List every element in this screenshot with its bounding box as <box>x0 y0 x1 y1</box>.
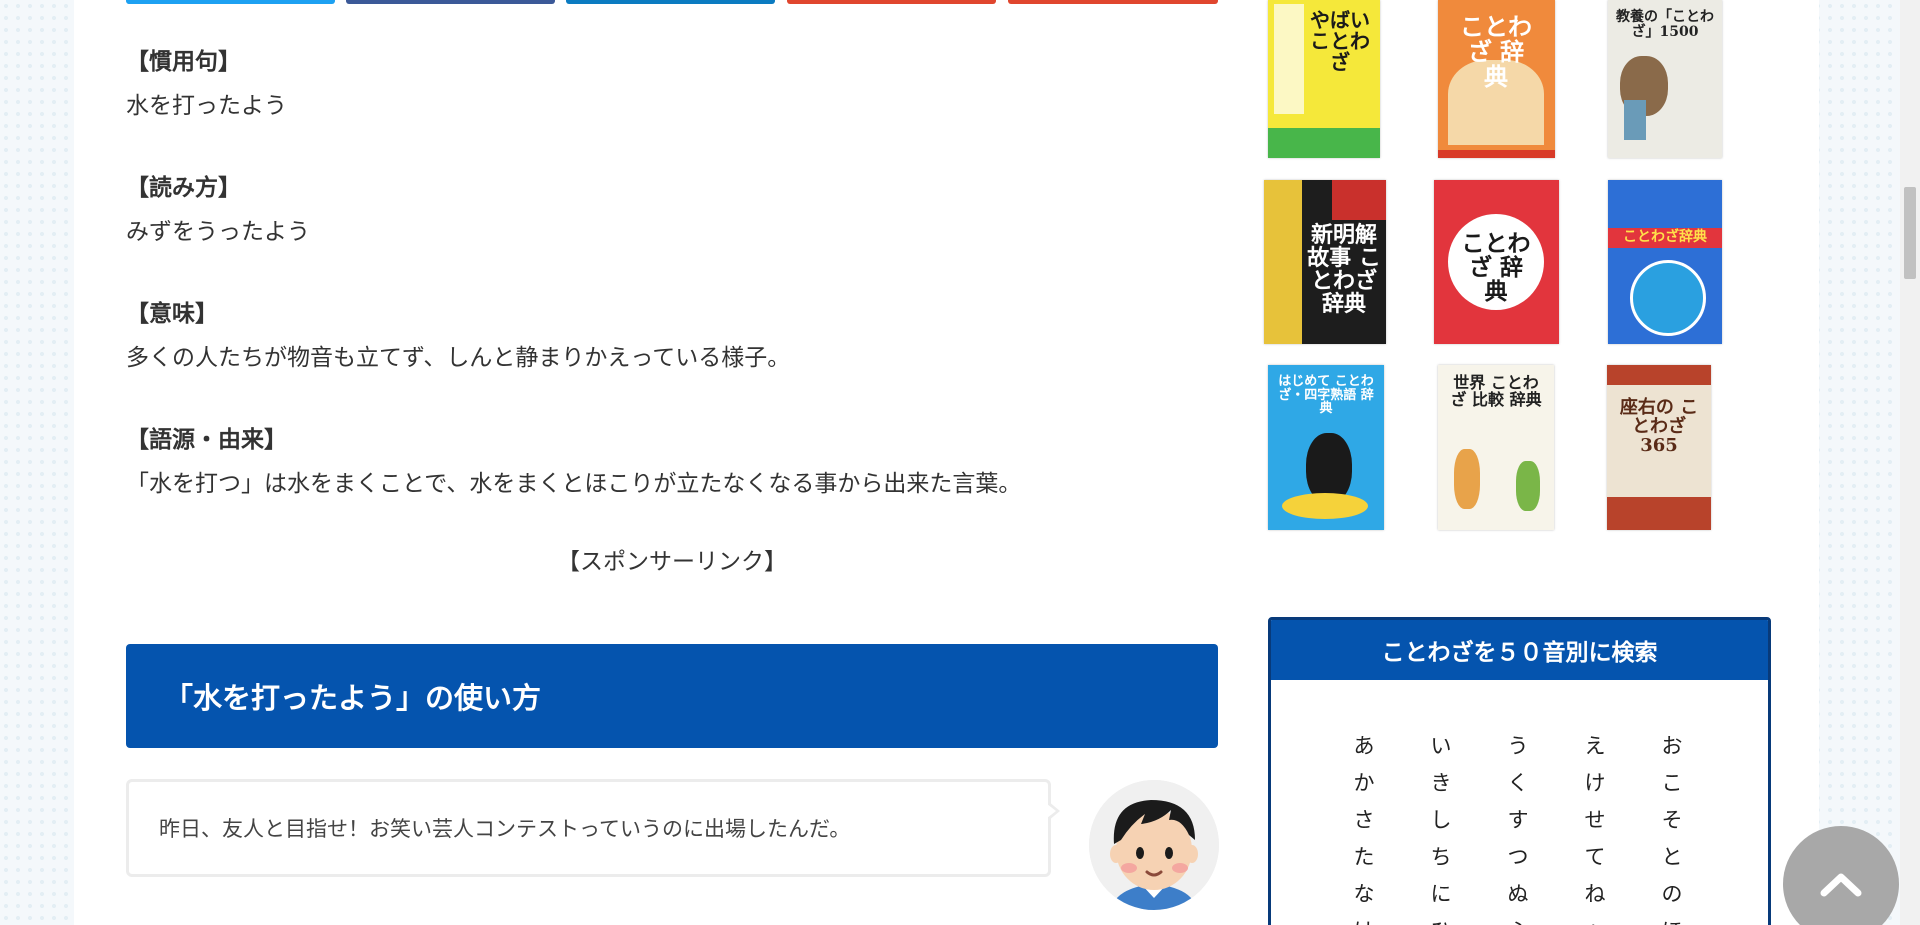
kana-link[interactable]: き <box>1426 767 1456 797</box>
scrollbar-thumb[interactable] <box>1904 187 1916 279</box>
origin-text: 「水を打つ」は水をまくことで、水をまくとほこりが立たなくなる事から出来た言葉。 <box>126 471 1022 497</box>
kana-link[interactable]: す <box>1503 804 1533 834</box>
speech-bubble: 昨日、友人と目指せ！お笑い芸人コンテストっていうのに出場したんだ。 <box>126 779 1051 877</box>
kana-link[interactable]: お <box>1657 730 1687 760</box>
kana-link[interactable]: と <box>1657 841 1687 871</box>
kana-link[interactable]: し <box>1426 804 1456 834</box>
kana-link[interactable]: そ <box>1657 804 1687 834</box>
usage-heading: 「水を打ったよう」の使い方 <box>126 644 1218 748</box>
kana-link[interactable]: く <box>1503 767 1533 797</box>
reading-label: 【読み方】 <box>126 175 241 201</box>
meaning-label: 【意味】 <box>126 301 218 327</box>
kana-link[interactable]: に <box>1426 878 1456 908</box>
pinterest-share-button[interactable] <box>1008 0 1218 4</box>
kana-link[interactable]: ひ <box>1426 915 1456 925</box>
boy-face-icon <box>1089 780 1219 910</box>
origin-label: 【語源・由来】 <box>126 427 287 453</box>
twitter-share-button[interactable] <box>126 0 335 4</box>
book-cover-2[interactable]: ことわざ 辞典 <box>1438 0 1555 158</box>
kana-link[interactable]: た <box>1349 841 1379 871</box>
book-3-title: 教養の「ことわざ」1500 <box>1616 9 1714 40</box>
chevron-up-icon <box>1820 873 1862 897</box>
reading-text: みずをうったよう <box>126 219 310 245</box>
book-cover-4[interactable]: 新明解 故事 ことわざ 辞典 <box>1264 180 1386 344</box>
hatena-share-button[interactable] <box>566 0 775 4</box>
pocket-share-button[interactable] <box>787 0 996 4</box>
kana-link[interactable]: へ <box>1580 915 1610 925</box>
kana-search-box: ことわざを５０音別に検索 あ か さ た な は い き し ち に ひ <box>1268 617 1771 925</box>
speech-bubble-tail-inner <box>1047 804 1056 818</box>
idiom-label: 【慣用句】 <box>126 49 241 75</box>
kana-link[interactable]: ぬ <box>1503 878 1533 908</box>
book-9-title: 座右の ことわざ 365 <box>1619 397 1699 456</box>
kana-link[interactable]: て <box>1580 841 1610 871</box>
book-cover-5[interactable]: ことわざ 辞典 <box>1434 180 1559 344</box>
kana-link[interactable]: か <box>1349 767 1379 797</box>
kana-link[interactable]: は <box>1349 915 1379 925</box>
idiom-text: 水を打ったよう <box>126 93 287 119</box>
book-6-title: ことわざ辞典 <box>1623 229 1707 245</box>
kana-link[interactable]: い <box>1426 730 1456 760</box>
kana-link[interactable]: ほ <box>1657 915 1687 925</box>
kana-link[interactable]: う <box>1503 730 1533 760</box>
kana-link[interactable]: な <box>1349 878 1379 908</box>
book-cover-7[interactable]: はじめて ことわざ・四字熟語 辞典 <box>1268 365 1384 530</box>
book-4-title: 新明解 故事 ことわざ 辞典 <box>1307 222 1381 318</box>
kana-search-title: ことわざを５０音別に検索 <box>1271 620 1768 680</box>
kana-link[interactable]: ふ <box>1503 915 1533 925</box>
back-to-top-button[interactable] <box>1783 826 1899 925</box>
kana-link[interactable]: こ <box>1657 767 1687 797</box>
share-buttons-bar <box>126 0 1218 4</box>
meaning-text: 多くの人たちが物音も立てず、しんと静まりかえっている様子。 <box>126 345 791 371</box>
vertical-scrollbar[interactable] <box>1900 0 1920 925</box>
book-5-title: ことわざ 辞典 <box>1461 230 1531 306</box>
boy-avatar <box>1089 780 1219 910</box>
speech-bubble-text: 昨日、友人と目指せ！お笑い芸人コンテストっていうのに出場したんだ。 <box>159 817 851 841</box>
facebook-share-button[interactable] <box>346 0 555 4</box>
book-cover-9[interactable]: 座右の ことわざ 365 <box>1607 365 1711 530</box>
kana-link[interactable]: あ <box>1349 730 1379 760</box>
book-2-title: ことわざ 辞典 <box>1460 12 1532 92</box>
book-7-title: はじめて ことわざ・四字熟語 辞典 <box>1278 374 1374 417</box>
sponsor-link-label: 【スポンサーリンク】 <box>557 549 787 575</box>
kana-link[interactable]: さ <box>1349 804 1379 834</box>
kana-link[interactable]: つ <box>1503 841 1533 871</box>
usage-heading-text: 「水を打ったよう」の使い方 <box>164 681 542 715</box>
kana-link[interactable]: ち <box>1426 841 1456 871</box>
book-cover-3[interactable]: 教養の「ことわざ」1500 <box>1608 0 1722 158</box>
kana-link[interactable]: の <box>1657 878 1687 908</box>
book-cover-8[interactable]: 世界 ことわざ 比較 辞典 <box>1438 365 1554 530</box>
kana-link[interactable]: え <box>1580 730 1610 760</box>
book-cover-6[interactable]: ことわざ辞典 <box>1608 180 1722 344</box>
book-1-title: やばい ことわざ <box>1310 8 1370 74</box>
book-cover-1[interactable]: やばい ことわざ <box>1268 0 1380 158</box>
kana-link[interactable]: せ <box>1580 804 1610 834</box>
kana-link[interactable]: け <box>1580 767 1610 797</box>
kana-link[interactable]: ね <box>1580 878 1610 908</box>
book-8-title: 世界 ことわざ 比較 辞典 <box>1450 373 1542 409</box>
page: 【慣用句】 水を打ったよう 【読み方】 みずをうったよう 【意味】 多くの人たち… <box>74 0 1819 925</box>
